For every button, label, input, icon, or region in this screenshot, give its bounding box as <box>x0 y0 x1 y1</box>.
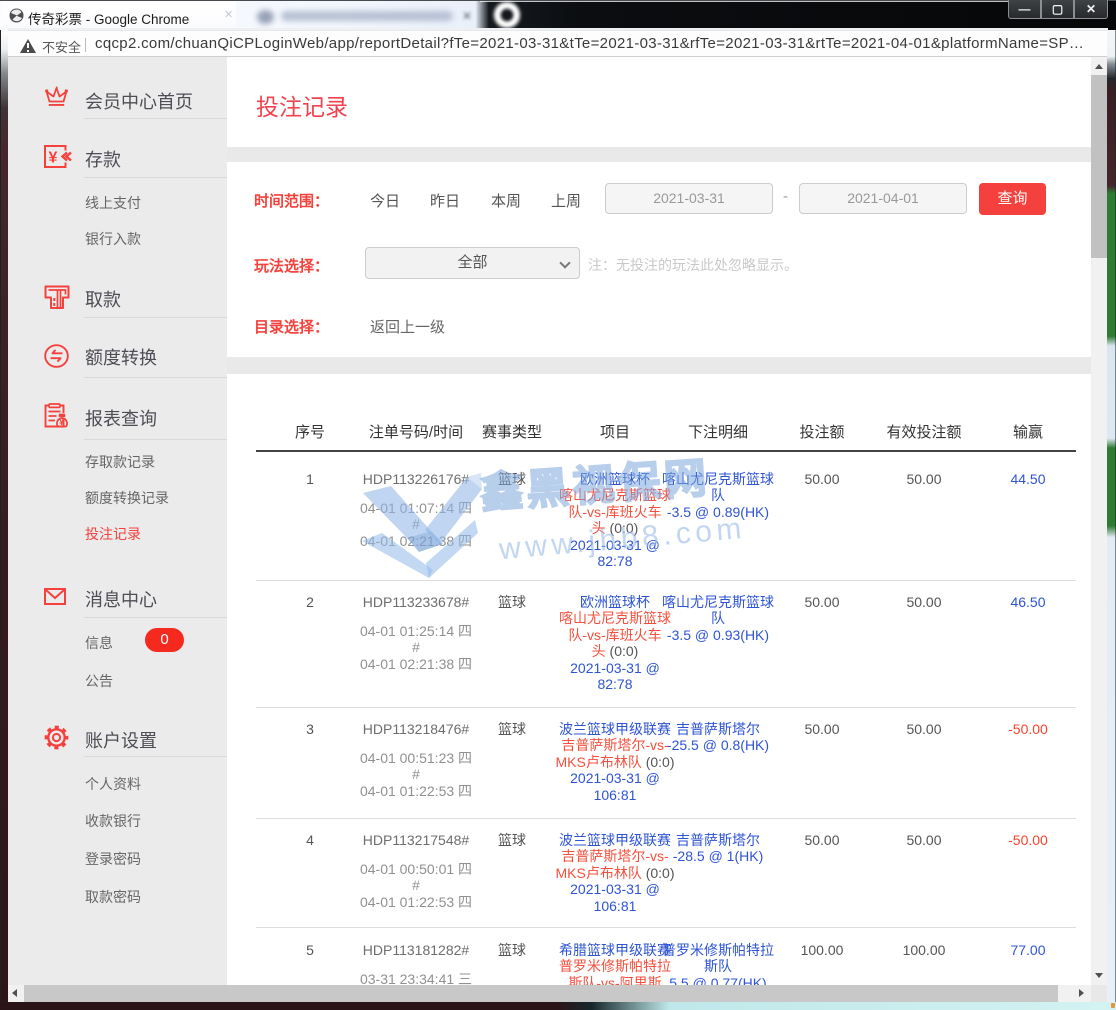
svg-text:¥: ¥ <box>59 418 64 427</box>
svg-text:¥: ¥ <box>49 150 58 167</box>
